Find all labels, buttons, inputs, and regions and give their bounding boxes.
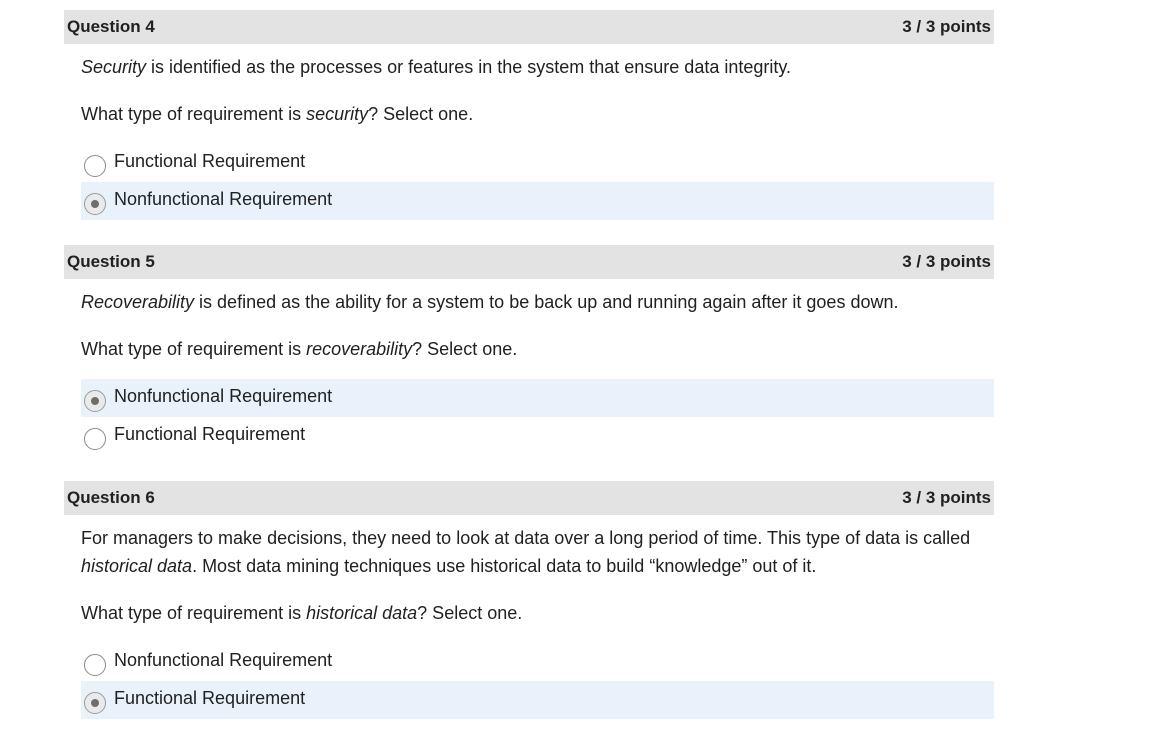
radio-button[interactable]: [84, 428, 106, 450]
question-prompt: What type of requirement is security? Se…: [81, 100, 986, 128]
prompt-text: What type of requirement is: [81, 603, 307, 623]
option-label: Functional Requirement: [114, 150, 306, 171]
answer-option[interactable]: Functional Requirement: [81, 144, 994, 182]
radio-button-selected[interactable]: [84, 390, 106, 412]
statement-text: is defined as the ability for a system t…: [194, 292, 899, 312]
question-prompt: What type of requirement is recoverabili…: [81, 335, 986, 363]
radio-dot-icon: [91, 200, 99, 208]
question-title: Question 4: [67, 17, 155, 36]
statement-term: Recoverability: [81, 292, 195, 312]
question-score: 3 / 3 points: [902, 252, 991, 271]
statement-text: For managers to make decisions, they nee…: [81, 528, 971, 548]
answer-option[interactable]: Nonfunctional Requirement: [81, 643, 994, 681]
question-score: 3 / 3 points: [902, 488, 991, 507]
option-label: Nonfunctional Requirement: [114, 385, 333, 406]
radio-button-selected[interactable]: [84, 692, 106, 714]
question-statement: For managers to make decisions, they nee…: [81, 524, 986, 580]
radio-dot-icon: [91, 397, 99, 405]
radio-button[interactable]: [84, 155, 106, 177]
question-title: Question 6: [67, 488, 155, 507]
answer-option-selected[interactable]: Functional Requirement: [81, 681, 994, 719]
option-label: Nonfunctional Requirement: [114, 649, 333, 670]
radio-button-selected[interactable]: [84, 193, 106, 215]
prompt-text: ? Select one.: [368, 104, 474, 124]
prompt-term: security: [306, 104, 369, 124]
prompt-text: What type of requirement is: [81, 104, 307, 124]
answer-option-selected[interactable]: Nonfunctional Requirement: [81, 379, 994, 417]
option-label: Functional Requirement: [114, 423, 306, 444]
question-title: Question 5: [67, 252, 155, 271]
question-statement: Recoverability is defined as the ability…: [81, 288, 986, 316]
question-score: 3 / 3 points: [902, 17, 991, 36]
prompt-term: recoverability: [306, 339, 413, 359]
prompt-text: ? Select one.: [417, 603, 523, 623]
prompt-text: ? Select one.: [412, 339, 518, 359]
answer-option-selected[interactable]: Nonfunctional Requirement: [81, 182, 994, 220]
prompt-term: historical data: [306, 603, 418, 623]
quiz-results-page: Question 4 3 / 3 points Security is iden…: [0, 0, 1173, 733]
option-label: Nonfunctional Requirement: [114, 188, 333, 209]
statement-text: . Most data mining techniques use histor…: [192, 556, 817, 576]
statement-text: is identified as the processes or featur…: [146, 57, 792, 77]
prompt-text: What type of requirement is: [81, 339, 307, 359]
option-label: Functional Requirement: [114, 687, 306, 708]
radio-dot-icon: [91, 699, 99, 707]
statement-term: Security: [81, 57, 147, 77]
question-header: Question 4 3 / 3 points: [64, 10, 994, 44]
question-prompt: What type of requirement is historical d…: [81, 599, 986, 627]
radio-button[interactable]: [84, 654, 106, 676]
question-header: Question 5 3 / 3 points: [64, 245, 994, 279]
statement-term: historical data: [81, 556, 193, 576]
question-header: Question 6 3 / 3 points: [64, 481, 994, 515]
question-statement: Security is identified as the processes …: [81, 53, 986, 81]
answer-option[interactable]: Functional Requirement: [81, 417, 994, 455]
